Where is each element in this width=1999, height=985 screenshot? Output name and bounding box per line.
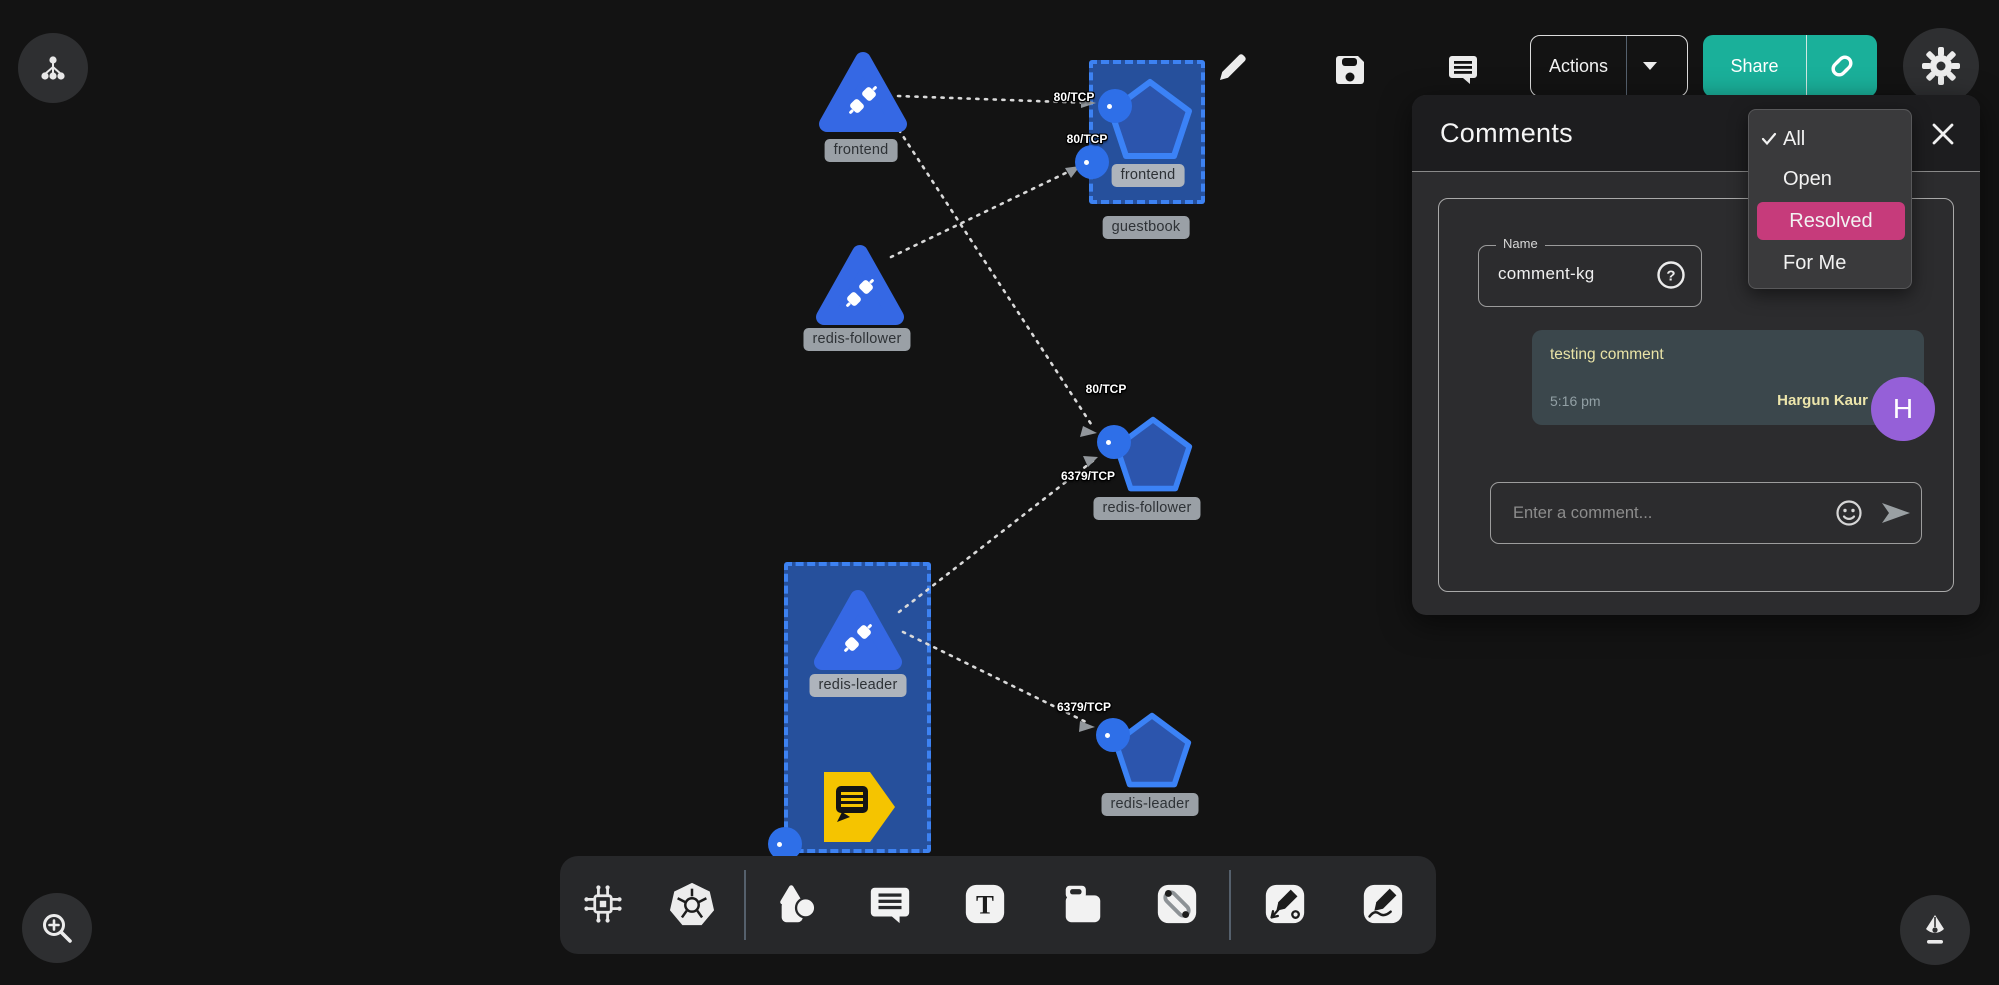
edge-label: 6379/TCP — [1057, 700, 1111, 714]
port-circle[interactable] — [1096, 718, 1130, 752]
edge-label: 80/TCP — [1054, 90, 1095, 104]
node-label: redis-leader — [810, 674, 907, 697]
hierarchy-icon — [38, 53, 68, 83]
comment-text: testing comment — [1550, 346, 1906, 364]
chip-icon[interactable] — [580, 881, 626, 927]
comment-item[interactable]: testing comment 5:16 pm Hargun Kaur — [1532, 330, 1924, 425]
zoom-button[interactable] — [22, 893, 92, 963]
smiley-icon[interactable] — [1827, 499, 1871, 527]
hierarchy-view-button[interactable] — [18, 33, 88, 103]
comment-input[interactable] — [1491, 504, 1827, 523]
toolbar-divider — [1229, 870, 1231, 940]
avatar[interactable]: H — [1871, 377, 1935, 441]
pen-tool-button[interactable] — [1900, 895, 1970, 965]
pen-nib-icon — [1917, 912, 1953, 948]
panel-title: Comments — [1412, 118, 1573, 149]
comment-icon[interactable] — [867, 881, 913, 927]
share-split-button[interactable]: Share — [1703, 35, 1877, 97]
shapes-icon[interactable] — [774, 881, 820, 927]
question-circle-icon[interactable]: ? — [1656, 260, 1686, 295]
caret-down-icon[interactable] — [1627, 61, 1673, 71]
node-label: frontend — [1112, 164, 1185, 187]
name-field-value[interactable]: comment-kg — [1498, 264, 1595, 284]
avatar-initial: H — [1893, 393, 1913, 425]
kubernetes-icon[interactable] — [669, 881, 715, 927]
zoom-in-icon — [39, 910, 75, 946]
actions-split-button[interactable]: Actions — [1530, 35, 1688, 97]
toolbar-divider — [744, 870, 746, 940]
pencil-icon — [1213, 49, 1251, 87]
edge-label: 80/TCP — [1067, 132, 1108, 146]
node-label: redis-follower — [803, 328, 910, 351]
edge-label: 6379/TCP — [1061, 469, 1115, 483]
comments-toggle-button[interactable] — [1441, 48, 1485, 92]
link-icon[interactable] — [1807, 50, 1877, 82]
pen-arrow-icon[interactable] — [1262, 881, 1308, 927]
comments-filter-menu: All Open Resolved For Me — [1748, 109, 1912, 289]
send-icon[interactable] — [1871, 501, 1921, 525]
comment-input-wrap — [1490, 482, 1922, 544]
app-canvas: frontend frontend guestbook redis-follow… — [0, 0, 1999, 985]
node-label: redis-leader — [1102, 793, 1199, 816]
settings-button[interactable] — [1903, 28, 1979, 104]
svg-text:?: ? — [1666, 268, 1675, 285]
node-label: redis-follower — [1093, 497, 1200, 520]
comments-icon — [1443, 50, 1483, 90]
port-circle[interactable] — [1098, 89, 1132, 123]
share-label[interactable]: Share — [1703, 56, 1806, 77]
filter-option-for-me[interactable]: For Me — [1749, 244, 1911, 282]
save-button[interactable] — [1328, 48, 1372, 92]
pencil-scribble-icon[interactable] — [1360, 881, 1406, 927]
text-icon[interactable]: T — [962, 881, 1008, 927]
edge-label: 80/TCP — [1086, 382, 1127, 396]
svg-text:T: T — [976, 890, 994, 920]
service-node-frontend[interactable] — [817, 48, 909, 138]
frame-icon[interactable] — [1060, 881, 1106, 927]
yellow-comment-marker-icon[interactable] — [820, 768, 898, 846]
comment-author: Hargun Kaur — [1777, 392, 1868, 409]
chain-link-icon[interactable] — [1154, 881, 1200, 927]
name-field[interactable]: Name comment-kg ? — [1478, 245, 1702, 307]
filter-option-open[interactable]: Open — [1749, 160, 1911, 198]
group-label: guestbook — [1103, 216, 1190, 239]
service-node-redis-follower[interactable] — [814, 241, 906, 331]
name-field-label: Name — [1496, 236, 1545, 251]
save-icon — [1330, 50, 1370, 90]
port-circle[interactable] — [1075, 145, 1109, 179]
close-icon[interactable] — [1928, 119, 1958, 149]
node-label: frontend — [825, 139, 898, 162]
port-circle[interactable] — [1097, 425, 1131, 459]
service-node-redis-leader[interactable] — [812, 586, 904, 676]
filter-option-resolved[interactable]: Resolved — [1757, 202, 1905, 240]
filter-option-all[interactable]: All — [1749, 120, 1911, 158]
gear-icon — [1920, 45, 1962, 87]
edit-button[interactable] — [1210, 46, 1254, 90]
actions-label[interactable]: Actions — [1531, 56, 1626, 77]
check-icon — [1749, 132, 1783, 146]
comment-timestamp: 5:16 pm — [1550, 393, 1601, 409]
